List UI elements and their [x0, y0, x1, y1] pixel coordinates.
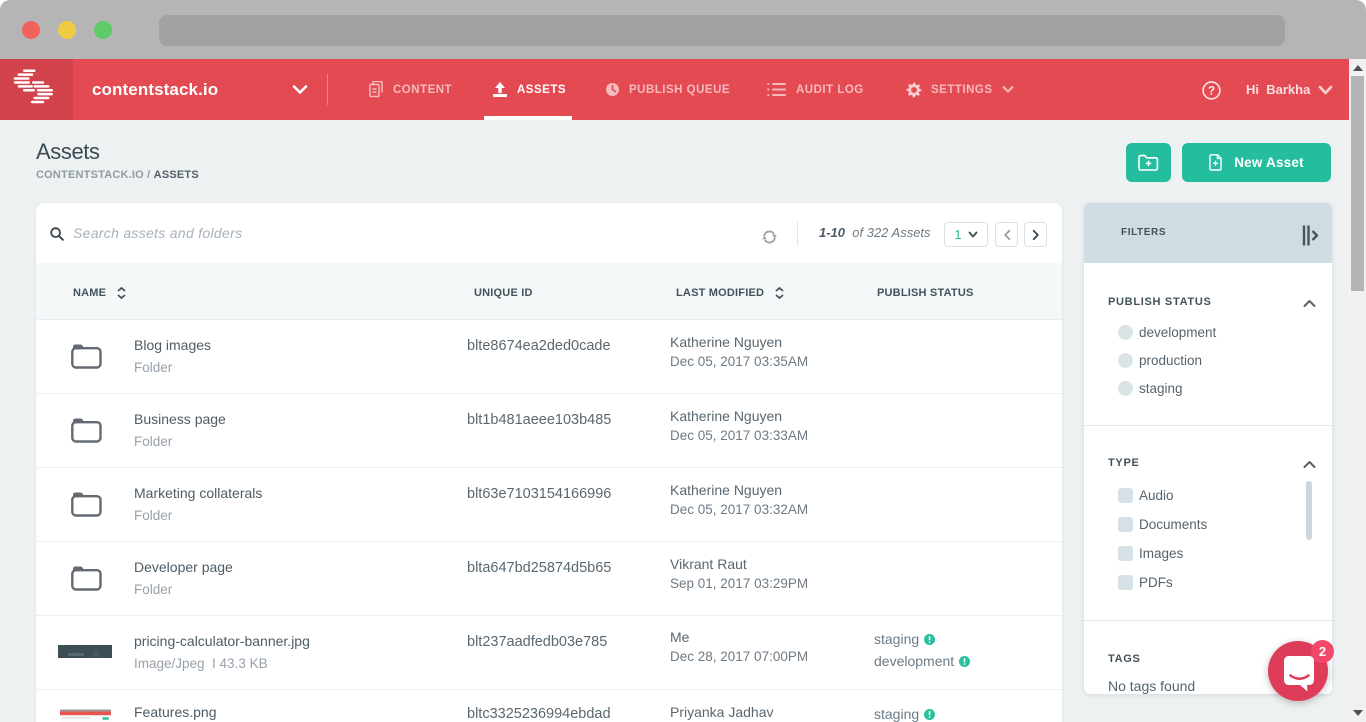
svg-text:?: ? [1208, 86, 1215, 98]
